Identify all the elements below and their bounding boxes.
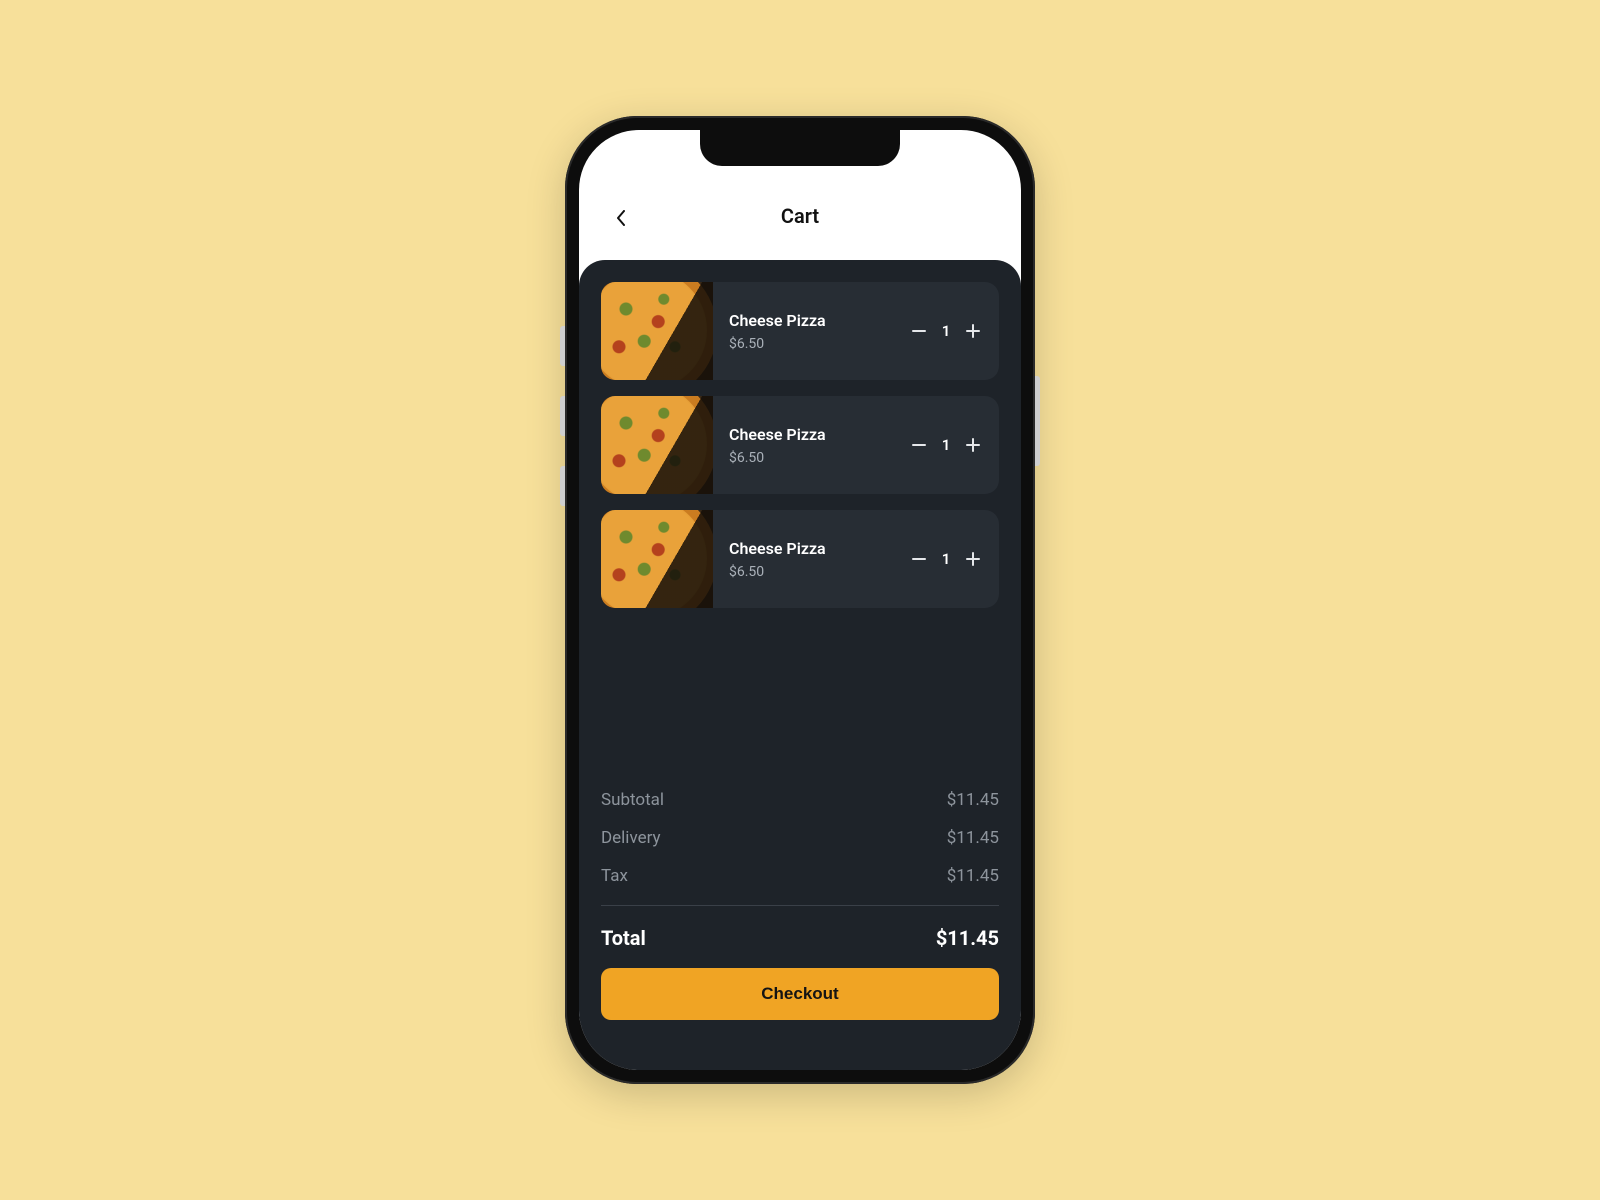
chevron-left-icon [616, 210, 626, 226]
checkout-button[interactable]: Checkout [601, 968, 999, 1020]
summary-row-total: Total $11.45 [601, 912, 999, 968]
cart-panel: Cheese Pizza $6.50 1 [579, 260, 1021, 1070]
item-name: Cheese Pizza [729, 311, 895, 330]
item-price: $6.50 [729, 450, 895, 466]
summary-divider [601, 905, 999, 906]
subtotal-label: Subtotal [601, 790, 664, 810]
decrement-button[interactable] [911, 437, 927, 453]
phone-notch [700, 130, 900, 166]
cart-item: Cheese Pizza $6.50 1 [601, 282, 999, 380]
plus-icon [966, 552, 980, 566]
minus-icon [912, 444, 926, 446]
item-info: Cheese Pizza $6.50 [713, 311, 911, 352]
quantity-value: 1 [941, 436, 951, 454]
item-price: $6.50 [729, 564, 895, 580]
order-summary: Subtotal $11.45 Delivery $11.45 Tax $11.… [601, 761, 999, 1020]
cart-item: Cheese Pizza $6.50 1 [601, 510, 999, 608]
item-name: Cheese Pizza [729, 425, 895, 444]
page-title: Cart [781, 204, 819, 228]
decrement-button[interactable] [911, 551, 927, 567]
summary-row-subtotal: Subtotal $11.45 [601, 781, 999, 819]
quantity-value: 1 [941, 550, 951, 568]
item-thumbnail [601, 282, 713, 380]
increment-button[interactable] [965, 437, 981, 453]
phone-frame: Cart Cheese Pizza $6.50 1 [565, 116, 1035, 1084]
quantity-stepper: 1 [911, 436, 999, 454]
item-info: Cheese Pizza $6.50 [713, 539, 911, 580]
item-thumbnail [601, 510, 713, 608]
cart-item: Cheese Pizza $6.50 1 [601, 396, 999, 494]
item-name: Cheese Pizza [729, 539, 895, 558]
increment-button[interactable] [965, 551, 981, 567]
plus-icon [966, 438, 980, 452]
quantity-stepper: 1 [911, 322, 999, 340]
plus-icon [966, 324, 980, 338]
minus-icon [912, 330, 926, 332]
summary-row-delivery: Delivery $11.45 [601, 819, 999, 857]
minus-icon [912, 558, 926, 560]
delivery-label: Delivery [601, 828, 661, 848]
item-thumbnail [601, 396, 713, 494]
cart-items-list: Cheese Pizza $6.50 1 [601, 282, 999, 608]
total-label: Total [601, 926, 646, 950]
tax-value: $11.45 [947, 866, 999, 886]
subtotal-value: $11.45 [947, 790, 999, 810]
delivery-value: $11.45 [947, 828, 999, 848]
back-button[interactable] [607, 204, 635, 232]
quantity-value: 1 [941, 322, 951, 340]
item-price: $6.50 [729, 336, 895, 352]
summary-row-tax: Tax $11.45 [601, 857, 999, 895]
quantity-stepper: 1 [911, 550, 999, 568]
increment-button[interactable] [965, 323, 981, 339]
total-value: $11.45 [936, 926, 999, 950]
decrement-button[interactable] [911, 323, 927, 339]
item-info: Cheese Pizza $6.50 [713, 425, 911, 466]
tax-label: Tax [601, 866, 628, 886]
phone-screen: Cart Cheese Pizza $6.50 1 [579, 130, 1021, 1070]
